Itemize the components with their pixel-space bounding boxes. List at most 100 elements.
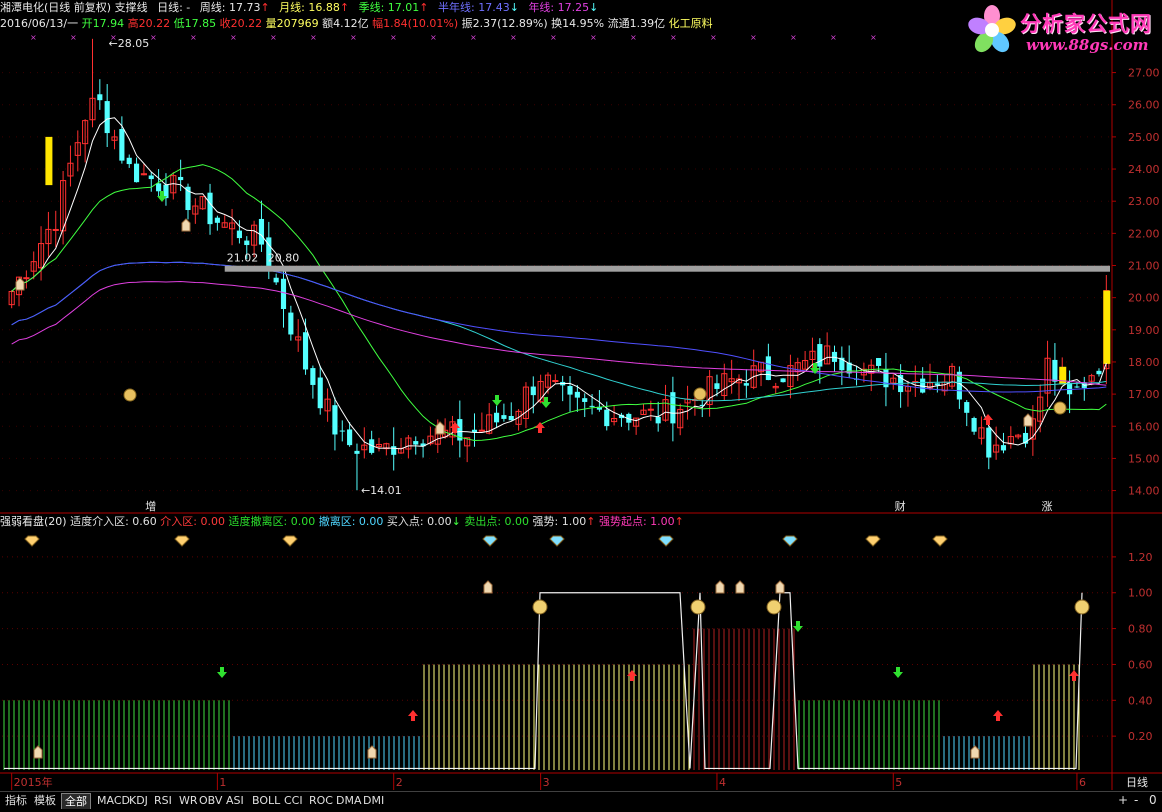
site-logo: 分析家公式网 www.88gs.com (962, 0, 1162, 60)
candle-body-down (391, 446, 397, 455)
candle-body-down (1074, 386, 1080, 388)
cross-marker: × (550, 33, 557, 42)
highlight-bar (1103, 290, 1111, 364)
cross-marker: × (750, 33, 757, 42)
cross-marker: × (710, 33, 717, 42)
candle-body-down (1000, 445, 1007, 451)
candle-body-down (1067, 382, 1073, 395)
cross-marker: × (230, 33, 237, 42)
candle-body-down (97, 94, 103, 101)
year-line-label: 年线: 17.25 (528, 1, 590, 14)
candle-body-down (148, 175, 154, 180)
cross-marker: × (790, 33, 797, 42)
candle-body-down (714, 383, 720, 389)
gem-icon (782, 535, 798, 547)
indicator-item-strong-start: 强势起点: 1.00 (598, 515, 675, 528)
candle-body-down (354, 450, 360, 454)
tab-template[interactable]: 模板 (31, 793, 59, 809)
gem-icon (658, 535, 674, 547)
tab-rsi[interactable]: RSI (151, 793, 175, 809)
candle-body-down (971, 418, 977, 432)
tab-dmi[interactable]: DMI (360, 793, 387, 809)
buy-arrow-icon: ↓ (451, 515, 461, 528)
quote-amount: 额4.12亿 (322, 17, 369, 30)
support-line (224, 265, 1110, 272)
candle-body-down (133, 163, 140, 183)
time-tick-label: 1 (219, 776, 226, 789)
gem-icon (24, 535, 40, 547)
candle-body-down (413, 441, 419, 445)
up-arrow-icon (535, 422, 545, 433)
tab-asi[interactable]: ASI (223, 793, 247, 809)
tab-all[interactable]: 全部 (61, 793, 91, 809)
indicator-item-moderate-exit: 适度撤离区: 0.00 (228, 515, 316, 528)
strength-line (4, 592, 1083, 770)
candle-body-down (1052, 359, 1058, 382)
candle-body-down (817, 344, 823, 367)
quote-high: 高20.22 (127, 17, 171, 30)
half-year-line-label: 半年线: 17.43 (438, 1, 510, 14)
candle-body-down (589, 405, 595, 407)
time-tick-label: 4 (719, 776, 726, 789)
zoom-out-button[interactable]: - (1134, 793, 1138, 807)
indicator-tick-label: 0.60 (1128, 658, 1153, 671)
quote-bar: 2016/06/13/一 开17.94 高20.22 低17.85 收20.22… (0, 16, 960, 32)
quarter-line-label: 季线: 17.01 (358, 1, 420, 14)
half-year-arrow-icon: ↓ (509, 1, 519, 14)
gem-icon (932, 535, 948, 547)
cross-marker: × (470, 33, 477, 42)
price-tick-label: 25.00 (1128, 131, 1160, 144)
month-line-label: 月线: 16.88 (279, 1, 340, 14)
time-tick-label: 2 (396, 776, 403, 789)
coin-bag-icon (693, 387, 707, 401)
cross-marker: × (430, 33, 437, 42)
candle-body-down (302, 332, 309, 370)
price-tick-label: 22.00 (1128, 227, 1160, 240)
reset-zoom-button[interactable]: 0 (1149, 793, 1157, 807)
ma20-line (11, 164, 1107, 442)
price-tick-label: 21.00 (1128, 260, 1160, 273)
price-tick-label: 18.00 (1128, 356, 1160, 369)
chart-stage[interactable]: 27.00 26.00 25.00 24.00 23.00 22.00 21.00 20.00… (0, 0, 1162, 810)
title-bar: 湘潭电化(日线 前复权) 支撑线 日线: - 周线: 17.73↑ 月线: 16… (0, 0, 960, 16)
gem-icon (865, 535, 881, 547)
hand-icon (181, 218, 191, 232)
tab-indicator[interactable]: 指标 (2, 793, 30, 809)
tab-roc[interactable]: ROC (306, 793, 336, 809)
price-tick-label: 20.00 (1128, 292, 1160, 305)
tab-boll[interactable]: BOLL (249, 793, 283, 809)
indicator-item-entry: 介入区: 0.00 (160, 515, 225, 528)
ma5-line (11, 117, 1107, 450)
cross-marker: × (390, 33, 397, 42)
coin-bag-icon (123, 388, 137, 402)
candle-body-down (1096, 370, 1102, 375)
zoom-in-button[interactable]: + (1118, 793, 1128, 807)
price-tick-label: 19.00 (1128, 324, 1160, 337)
cross-marker: × (870, 33, 877, 42)
quote-close: 收20.22 (219, 17, 263, 30)
tab-kdj[interactable]: KDJ (126, 793, 151, 809)
hand-icon (715, 580, 725, 594)
candle-body-down (236, 230, 242, 239)
tab-cci[interactable]: CCI (281, 793, 306, 809)
price-tick-label: 24.00 (1128, 163, 1160, 176)
price-tick-label: 15.00 (1128, 452, 1160, 465)
quote-open: 开17.94 (81, 17, 125, 30)
gem-icon (482, 535, 498, 547)
up-arrow-icon (408, 710, 418, 721)
price-tick-label: 14.00 (1128, 485, 1160, 498)
tab-obv[interactable]: OBV (196, 793, 225, 809)
candle-body-up (52, 228, 59, 231)
stock-chart-svg[interactable]: 27.0026.0025.0024.0023.0022.0021.0020.00… (0, 0, 1162, 809)
event-marker-0: 增 (145, 499, 156, 513)
hand-icon (435, 421, 445, 435)
indicator-tab-bar: 指标 模板 全部 MACD KDJ RSI WR OBV ASI BOLL CC… (0, 791, 1162, 810)
candle-body-down (582, 398, 588, 402)
indicator-bar: 强弱看盘(20) 适度介入区: 0.60 介入区: 0.00 适度撤离区: 0.… (0, 514, 1110, 530)
highlight-bar (45, 136, 53, 186)
down-arrow-icon (893, 667, 903, 678)
quote-change: 幅1.84(10.01%) (372, 17, 459, 30)
support-left-value: 21.02 (227, 252, 259, 265)
coin-bag-icon (1053, 401, 1067, 415)
candle-body-down (104, 101, 110, 134)
